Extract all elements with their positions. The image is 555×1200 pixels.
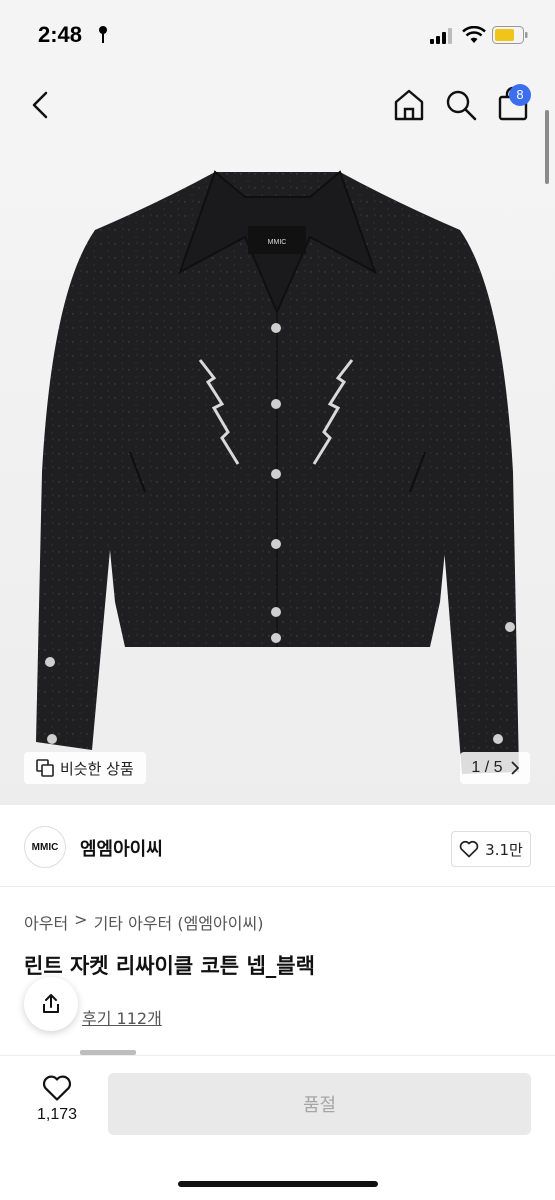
wishlist-button[interactable]: 1,173	[26, 1074, 88, 1134]
jacket-brand-tag: MMIC	[268, 239, 287, 246]
breadcrumb-item-outer[interactable]: 아우터	[24, 910, 68, 934]
copy-icon	[36, 759, 54, 777]
review-link[interactable]: 후기 112개	[82, 1005, 162, 1029]
breadcrumb-item-other-outer[interactable]: 기타 아우터 (엠엠아이씨)	[94, 910, 264, 934]
breadcrumb-separator: >	[74, 910, 88, 929]
heart-icon	[42, 1075, 72, 1101]
brand-logo[interactable]: MMIC	[24, 826, 66, 868]
top-navigation	[0, 68, 555, 142]
heart-icon	[459, 840, 479, 858]
share-icon	[43, 994, 59, 1013]
back-arrow-icon[interactable]	[26, 90, 54, 120]
brand-like-count: 3.1만	[485, 840, 523, 859]
status-bar: 2:48	[0, 0, 555, 68]
brand-like-button[interactable]: 3.1만	[451, 831, 531, 867]
scrollbar-thumb[interactable]	[545, 110, 549, 184]
battery-icon	[492, 26, 528, 44]
brand-name[interactable]: 엠엠아이씨	[80, 835, 163, 861]
wifi-icon	[462, 26, 486, 43]
soldout-button[interactable]: 품절	[108, 1073, 531, 1135]
status-time: 2:48	[38, 22, 83, 47]
image-page-text: 1 / 5	[471, 759, 503, 776]
location-icon	[99, 26, 107, 43]
cellular-signal-icon	[430, 28, 452, 44]
image-page-indicator[interactable]: 1 / 5	[460, 752, 530, 784]
wishlist-count: 1,173	[36, 1106, 78, 1123]
similar-products-label: 비슷한 상품	[60, 759, 134, 778]
cart-count-badge: 8	[509, 84, 531, 106]
home-indicator	[178, 1181, 378, 1187]
product-jacket-image: MMIC	[36, 170, 519, 774]
share-button[interactable]	[24, 977, 78, 1031]
chevron-right-icon	[510, 761, 519, 775]
product-title: 린트 자켓 리싸이클 코튼 넵_블랙	[24, 954, 315, 978]
similar-products-button[interactable]: 비슷한 상품	[24, 752, 146, 784]
breadcrumb: 아우터 > 기타 아우터 (엠엠아이씨)	[24, 910, 263, 934]
product-image-gallery[interactable]: MMIC 비슷한 상품 1 / 5	[0, 142, 555, 805]
bottom-action-bar: 1,173 품절	[0, 1055, 555, 1200]
search-icon[interactable]	[444, 88, 478, 122]
brand-row: MMIC 엠엠아이씨 3.1만	[0, 805, 555, 887]
home-icon[interactable]	[392, 88, 426, 122]
